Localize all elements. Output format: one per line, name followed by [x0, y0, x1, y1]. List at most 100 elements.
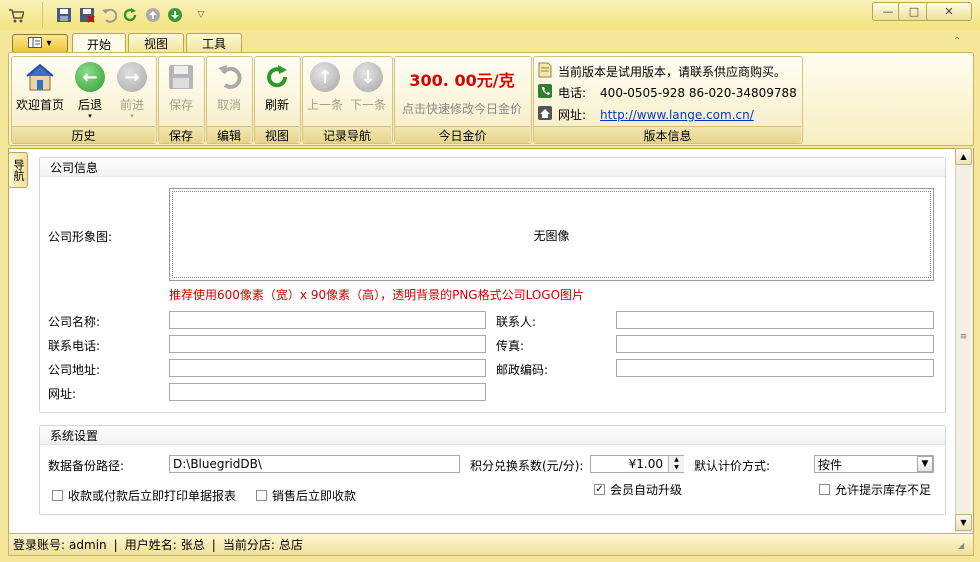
collect-after-sale-checkbox[interactable] [256, 490, 267, 501]
qat-divider [28, 2, 43, 28]
group-label-edit: 编辑 [207, 126, 251, 143]
undo-icon[interactable] [101, 7, 117, 23]
fax-label: 传真: [496, 338, 525, 353]
print-receipt-checkbox[interactable] [52, 490, 63, 501]
customize-icon[interactable]: ▽ [193, 7, 209, 23]
back-arrow-icon: ← [75, 62, 105, 92]
resize-grip-icon[interactable]: ◢ [958, 541, 964, 550]
app-menu-button[interactable]: ▾ [12, 34, 68, 53]
checkmark-icon: ✓ [595, 483, 604, 495]
group-label-save: 保存 [159, 126, 203, 143]
company-image-hint: 推荐使用600像素（宽）x 90像素（高），透明背景的PNG格式公司LOGO图片 [169, 287, 585, 302]
auto-upgrade-checkbox[interactable]: ✓ [594, 484, 605, 495]
cancel-button[interactable]: 取消 [207, 60, 251, 122]
home-icon [25, 62, 55, 92]
branch-label: 当前分店: [222, 538, 275, 552]
contact-input[interactable] [616, 311, 934, 329]
save-close-icon[interactable] [79, 7, 95, 23]
refresh-button[interactable]: 刷新 [255, 60, 299, 122]
tab-start[interactable]: 开始 [72, 33, 126, 54]
stepper-down-icon[interactable]: ▼ [669, 464, 684, 472]
version-notice-row: 当前版本是试用版本，请联系供应商购买。 [538, 62, 786, 81]
company-name-label: 公司名称: [48, 314, 101, 329]
welcome-button[interactable]: 欢迎首页 [14, 60, 66, 122]
print-receipt-label: 收款或付款后立即打印单据报表 [68, 489, 237, 503]
chevron-down-icon: ▾ [46, 38, 52, 49]
stepper-up-icon[interactable]: ▲ [669, 456, 684, 464]
close-button[interactable]: ✕ [926, 2, 972, 21]
zip-label: 邮政编码: [496, 362, 549, 377]
user-value: 张总 [180, 538, 205, 552]
save-label: 保存 [168, 98, 193, 112]
next-record-label: 下一条 [349, 98, 386, 112]
refresh-icon[interactable] [122, 7, 138, 23]
fax-input[interactable] [616, 335, 934, 353]
phone-input[interactable] [169, 335, 486, 353]
cart-icon[interactable] [8, 7, 24, 23]
version-notice: 当前版本是试用版本，请联系供应商购买。 [558, 65, 787, 79]
down-icon[interactable] [167, 7, 183, 23]
account-label: 登录账号: [13, 538, 66, 552]
points-ratio-label: 积分兑换系数(元/分): [470, 458, 584, 473]
chevron-down-icon: ▾ [130, 112, 134, 120]
pricing-method-value: 按件 [818, 457, 843, 472]
save-button[interactable]: 保存 [159, 60, 203, 122]
phone-icon [538, 84, 552, 101]
up-arrow-icon: ↑ [310, 62, 340, 92]
back-button[interactable]: ← 后退 ▾ [68, 60, 112, 122]
system-settings-legend: 系统设置 [40, 426, 945, 445]
scroll-grip-icon: ≡ [959, 332, 968, 342]
prev-record-button[interactable]: ↑ 上一条 [303, 60, 347, 122]
website-input[interactable] [169, 383, 486, 401]
tab-view[interactable]: 视图 [128, 33, 184, 53]
print-receipt-option[interactable]: 收款或付款后立即打印单据报表 [52, 487, 236, 504]
forward-button[interactable]: → 前进 ▾ [110, 60, 154, 122]
status-separator: | [113, 537, 118, 552]
cancel-label: 取消 [216, 98, 241, 112]
chevron-down-icon: ▾ [88, 112, 92, 120]
site-link[interactable]: http://www.lange.com.cn/ [600, 108, 754, 122]
pricing-method-select[interactable]: 按件 [814, 455, 934, 473]
stock-warning-checkbox[interactable] [819, 484, 830, 495]
save-icon[interactable] [56, 7, 72, 23]
welcome-label: 欢迎首页 [15, 98, 64, 112]
stock-warning-label: 允许提示库存不足 [835, 483, 932, 497]
group-label-version-info: 版本信息 [534, 126, 801, 143]
status-bar: 登录账号: admin | 用户姓名: 张总 | 当前分店: 总店 [8, 533, 974, 556]
group-label-history: 历史 [12, 126, 155, 143]
group-label-gold-price: 今日金价 [395, 126, 530, 143]
auto-upgrade-option[interactable]: ✓ 会员自动升级 [594, 481, 682, 498]
navigation-side-tab[interactable]: 导航 [8, 152, 28, 188]
back-label: 后退 [77, 98, 102, 112]
points-stepper[interactable]: ▲ ▼ [668, 456, 684, 472]
scroll-down-button[interactable]: ▼ [955, 514, 972, 531]
gold-price-value[interactable]: 300. 00元/克 [395, 67, 529, 91]
tab-tools[interactable]: 工具 [186, 33, 242, 53]
backup-path-input[interactable]: D:\BluegridDB\ [169, 455, 460, 473]
zip-input[interactable] [616, 359, 934, 377]
company-name-input[interactable] [169, 311, 486, 329]
up-icon[interactable] [145, 7, 161, 23]
company-image-label: 公司形象图: [48, 229, 113, 244]
refresh-icon [262, 62, 292, 92]
ribbon-collapse-icon[interactable]: ⌃ [953, 36, 961, 47]
next-record-button[interactable]: ↓ 下一条 [346, 60, 390, 122]
company-info-legend: 公司信息 [40, 158, 945, 177]
version-site-row: 网址: http://www.lange.com.cn/ [538, 106, 754, 123]
company-image-box[interactable]: 无图像 [169, 188, 934, 281]
phone-label: 电话: [558, 86, 587, 100]
auto-upgrade-label: 会员自动升级 [610, 483, 683, 497]
chevron-down-icon[interactable]: ▼ [917, 456, 933, 472]
website-icon [538, 106, 552, 123]
site-label: 网址: [558, 108, 587, 122]
user-label: 用户姓名: [124, 538, 177, 552]
forward-label: 前进 [119, 98, 144, 112]
scroll-up-button[interactable]: ▲ [955, 148, 972, 165]
gold-price-hint[interactable]: 点击快速修改今日金价 [395, 100, 529, 117]
app-menu-icon [28, 36, 43, 51]
refresh-label: 刷新 [264, 98, 289, 112]
status-separator: | [211, 537, 216, 552]
collect-after-sale-option[interactable]: 销售后立即收款 [256, 487, 356, 504]
address-input[interactable] [169, 359, 486, 377]
stock-warning-option[interactable]: 允许提示库存不足 [819, 481, 931, 498]
